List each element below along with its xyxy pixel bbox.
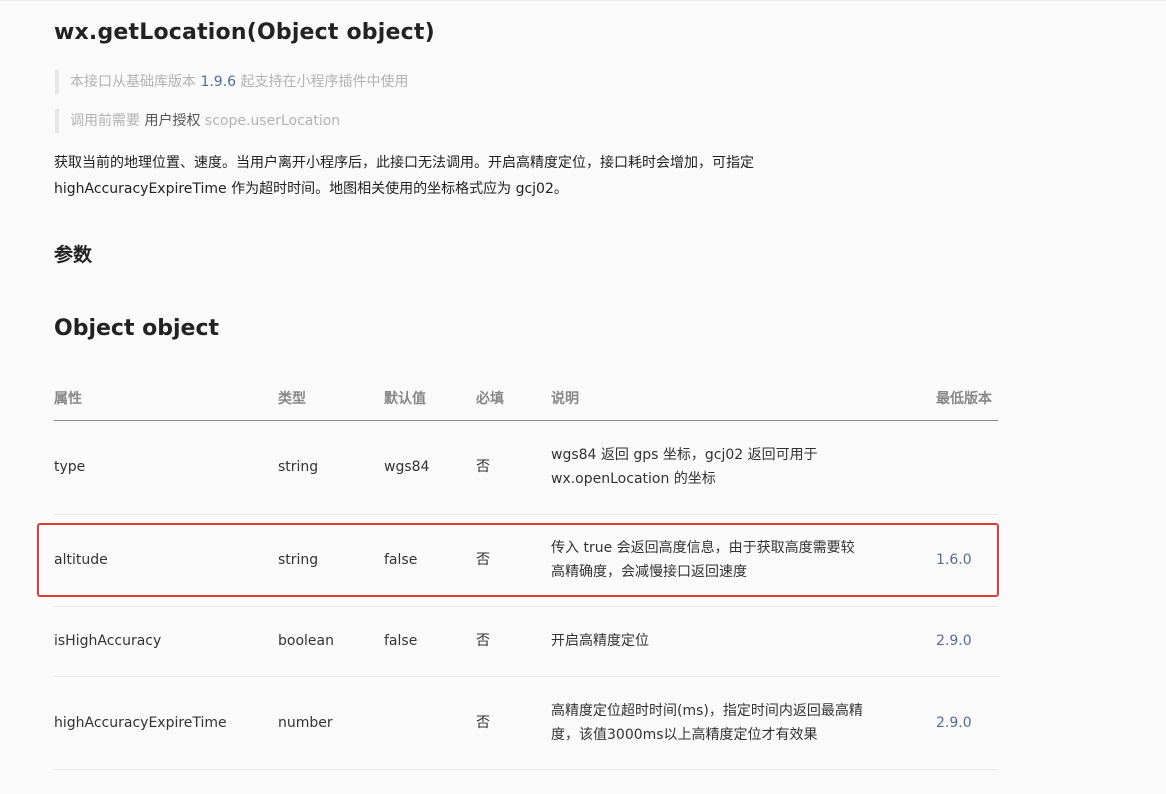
support-prefix: 本接口从基础库版本 (70, 74, 196, 90)
cell-required: 否 (476, 420, 551, 515)
cell-description: 开启高精度定位 (551, 606, 936, 677)
table-row: isHighAccuracy boolean false 否 开启高精度定位 2… (54, 606, 998, 677)
cell-type: boolean (278, 606, 384, 677)
cell-description: 高精度定位超时时间(ms)，指定时间内返回最高精 度，该值3000ms以上高精度… (551, 676, 936, 770)
col-header-min-version: 最低版本 (936, 376, 998, 421)
cell-description: wgs84 返回 gps 坐标，gcj02 返回可用于 wx.openLocat… (551, 420, 936, 515)
api-description: 获取当前的地理位置、速度。当用户离开小程序后，此接口无法调用。开启高精度定位，接… (54, 150, 854, 202)
description-line: 开启高精度定位 (551, 633, 649, 649)
description-line: wgs84 返回 gps 坐标，gcj02 返回可用于 (551, 447, 818, 463)
cell-version: 2.9.0 (936, 606, 998, 677)
params-heading: 参数 (54, 244, 93, 266)
cell-property: type (54, 420, 278, 515)
description-line: 度，该值3000ms以上高精度定位才有效果 (551, 726, 818, 743)
table-row: altitude string false 否 传入 true 会返回高度信息，… (54, 514, 998, 607)
object-heading: Object object (54, 316, 220, 341)
cell-property: isHighAccuracy (54, 606, 278, 677)
cell-default (384, 676, 476, 770)
page-title: wx.getLocation(Object object) (54, 20, 435, 45)
cell-required: 否 (476, 606, 551, 677)
user-auth-link[interactable]: 用户授权 (144, 113, 200, 129)
table-row: highAccuracyExpireTime number 否 高精度定位超时时… (54, 676, 998, 770)
description-line: 高精度定位超时时间(ms)，指定时间内返回最高精 (551, 702, 863, 719)
doc-page: wx.getLocation(Object object) 本接口从基础库版本 … (0, 0, 1166, 794)
cell-type: string (278, 514, 384, 607)
description-line: 传入 true 会返回高度信息，由于获取高度需要较 (551, 540, 855, 556)
table-header-row: 属性 类型 默认值 必填 说明 最低版本 (54, 376, 998, 421)
cell-description: 传入 true 会返回高度信息，由于获取高度需要较 高精确度，会减慢接口返回速度 (551, 514, 936, 607)
cell-version: 1.6.0 (936, 514, 998, 607)
cell-type: string (278, 420, 384, 515)
col-header-description: 说明 (551, 376, 936, 421)
cell-version (936, 420, 998, 515)
col-header-required: 必填 (476, 376, 551, 421)
col-header-property: 属性 (54, 376, 278, 421)
cell-property: altitude (54, 514, 278, 607)
description-line: 高精确度，会减慢接口返回速度 (551, 564, 747, 580)
description-line: 获取当前的地理位置、速度。当用户离开小程序后，此接口无法调用。开启高精度定位，接… (54, 155, 754, 171)
col-header-default: 默认值 (384, 376, 476, 421)
auth-prefix: 调用前需要 (70, 113, 140, 129)
cell-default: wgs84 (384, 420, 476, 515)
cell-required: 否 (476, 514, 551, 607)
params-table: 属性 类型 默认值 必填 说明 最低版本 type string wgs84 否… (54, 376, 998, 770)
auth-scope: scope.userLocation (204, 113, 341, 129)
auth-note: 调用前需要 用户授权 scope.userLocation (55, 109, 340, 133)
cell-type: number (278, 676, 384, 770)
description-line: highAccuracyExpireTime 作为超时时间。地图相关使用的坐标格… (54, 181, 568, 197)
plugin-support-note: 本接口从基础库版本 1.9.6 起支持在小程序插件中使用 (55, 70, 409, 94)
description-line: wx.openLocation 的坐标 (551, 471, 716, 487)
support-suffix: 起支持在小程序插件中使用 (240, 74, 409, 90)
cell-required: 否 (476, 676, 551, 770)
cell-default: false (384, 606, 476, 677)
table-row: type string wgs84 否 wgs84 返回 gps 坐标，gcj0… (54, 420, 998, 515)
support-version-link[interactable]: 1.9.6 (200, 74, 236, 90)
cell-default: false (384, 514, 476, 607)
col-header-type: 类型 (278, 376, 384, 421)
cell-property: highAccuracyExpireTime (54, 676, 278, 770)
cell-version: 2.9.0 (936, 676, 998, 770)
